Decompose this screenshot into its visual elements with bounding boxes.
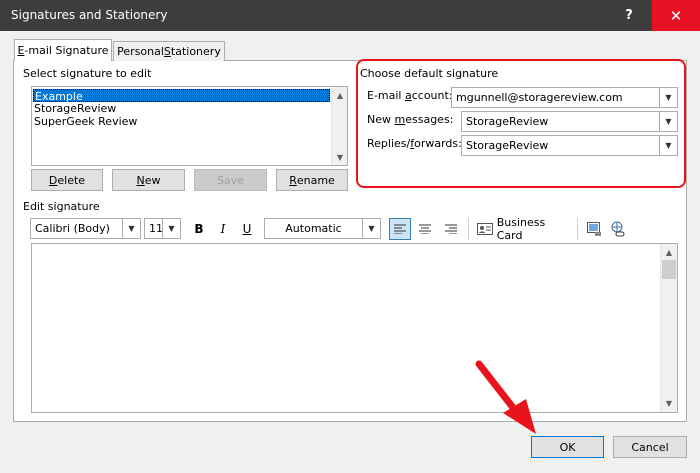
new-messages-label: New messages: (367, 113, 453, 126)
tab-personal-stationery[interactable]: Personal Stationery (113, 41, 225, 61)
tab-accelerator: S (163, 45, 171, 58)
signature-editor[interactable]: ▲ ▼ (31, 243, 678, 413)
bold-button[interactable]: B (188, 218, 210, 240)
tab-accelerator: E (17, 44, 25, 57)
font-size-value: 11 (149, 222, 162, 235)
window-title: Signatures and Stationery (11, 8, 168, 22)
button-label: ew (144, 173, 161, 187)
ok-button[interactable]: OK (531, 436, 604, 458)
business-card-button[interactable]: Business Card (477, 216, 573, 242)
font-color-dropdown[interactable]: Automatic ▼ (264, 218, 381, 239)
align-right-button[interactable] (440, 218, 462, 240)
new-messages-value: StorageReview (466, 115, 549, 128)
button-label: ename (296, 173, 335, 187)
business-card-icon (477, 223, 493, 235)
label-text: ccount: (411, 89, 453, 102)
button-label: elete (57, 173, 86, 187)
align-center-icon (419, 224, 431, 234)
scroll-up-icon[interactable]: ▲ (661, 244, 677, 260)
scroll-down-icon[interactable]: ▼ (332, 149, 348, 165)
signature-item-storagereview[interactable]: StorageReview (33, 102, 116, 115)
signature-item-supergeek-review[interactable]: SuperGeek Review (33, 115, 137, 128)
cancel-button[interactable]: Cancel (613, 436, 687, 458)
signature-list[interactable]: Example StorageReview SuperGeek Review ▲… (31, 86, 348, 166)
toolbar-separator (577, 218, 578, 240)
red-arrow-annotation (475, 360, 536, 434)
email-account-dropdown[interactable]: mgunnell@storagereview.com ▼ (451, 87, 678, 108)
label-text: orwards: (414, 137, 462, 150)
label-text: New (367, 113, 395, 126)
insert-picture-button[interactable] (583, 218, 605, 240)
default-signature-label: Choose default signature (360, 67, 499, 80)
editor-scrollbar[interactable]: ▲ ▼ (660, 244, 677, 412)
font-dropdown[interactable]: Calibri (Body) ▼ (30, 218, 141, 239)
label-text: Replies/ (367, 137, 411, 150)
chevron-down-icon[interactable]: ▼ (122, 219, 140, 238)
email-account-value: mgunnell@storagereview.com (456, 91, 623, 104)
accelerator: R (289, 173, 297, 187)
chevron-down-icon[interactable]: ▼ (659, 136, 677, 155)
select-signature-label: Select signature to edit (23, 67, 152, 80)
new-messages-dropdown[interactable]: StorageReview ▼ (461, 111, 678, 132)
font-color-value: Automatic (285, 222, 342, 235)
close-button[interactable]: ✕ (652, 0, 700, 31)
chevron-down-icon[interactable]: ▼ (659, 88, 677, 107)
email-account-label: E-mail account: (367, 89, 453, 102)
chevron-down-icon[interactable]: ▼ (362, 219, 380, 238)
replies-forwards-label: Replies/forwards: (367, 137, 462, 150)
replies-forwards-dropdown[interactable]: StorageReview ▼ (461, 135, 678, 156)
help-button[interactable]: ? (606, 0, 652, 31)
label-text: E-mail (367, 89, 405, 102)
font-size-dropdown[interactable]: 11 ▼ (144, 218, 181, 239)
underline-button[interactable]: U (236, 218, 258, 240)
toolbar-separator (468, 218, 469, 240)
font-value: Calibri (Body) (35, 222, 110, 235)
edit-signature-label: Edit signature (23, 200, 100, 213)
accelerator: a (404, 89, 412, 102)
italic-button[interactable]: I (212, 218, 234, 240)
align-right-icon (445, 224, 457, 234)
tab-label: Personal (117, 45, 164, 58)
replies-forwards-value: StorageReview (466, 139, 549, 152)
chevron-down-icon[interactable]: ▼ (162, 219, 180, 238)
signature-list-scrollbar[interactable]: ▲ ▼ (331, 87, 347, 165)
save-button[interactable]: Save (194, 169, 267, 191)
scroll-down-icon[interactable]: ▼ (661, 395, 677, 411)
label-text: essages: (405, 113, 454, 126)
scroll-thumb[interactable] (662, 260, 676, 279)
scroll-up-icon[interactable]: ▲ (332, 87, 348, 103)
tab-email-signature[interactable]: E -mail Signature (14, 39, 112, 61)
tab-label: -mail Signature (24, 44, 109, 57)
rename-button[interactable]: Rename (276, 169, 348, 191)
accelerator: N (136, 173, 145, 187)
accelerator: m (394, 113, 406, 126)
tab-label: tationery (170, 45, 221, 58)
insert-hyperlink-button[interactable] (607, 218, 629, 240)
hyperlink-icon (611, 221, 625, 237)
align-left-icon (394, 224, 406, 234)
close-icon: ✕ (669, 6, 683, 25)
accelerator: D (48, 173, 58, 187)
business-card-label: Business Card (496, 216, 546, 242)
delete-button[interactable]: Delete (31, 169, 103, 191)
chevron-down-icon[interactable]: ▼ (659, 112, 677, 131)
signature-item-example[interactable]: Example (33, 89, 330, 103)
new-button[interactable]: New (112, 169, 185, 191)
align-left-button[interactable] (389, 218, 411, 240)
picture-icon (587, 222, 601, 236)
align-center-button[interactable] (414, 218, 436, 240)
